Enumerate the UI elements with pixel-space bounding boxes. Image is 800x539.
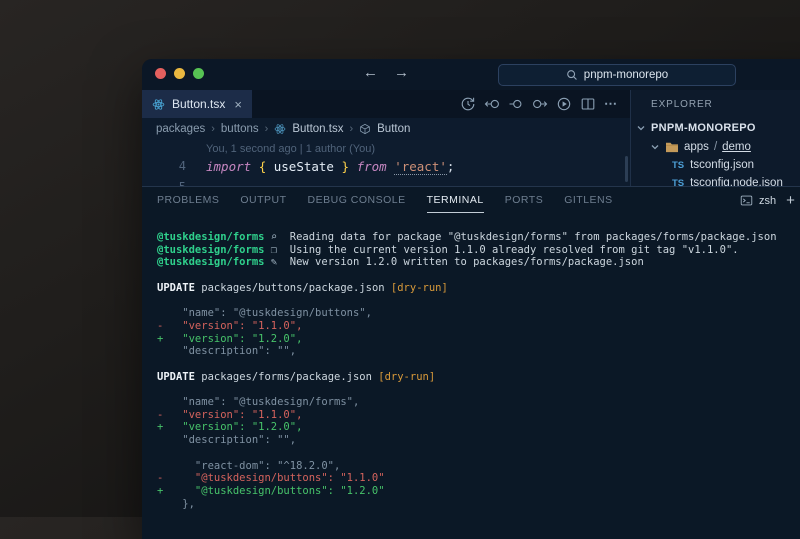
keyword-import: import — [206, 159, 251, 175]
terminal-icon — [740, 194, 753, 207]
file-label: tsconfig.json — [690, 159, 754, 171]
shell-name[interactable]: zsh — [759, 195, 776, 207]
terminal-line: UPDATE packages/buttons/package.json [dr… — [157, 282, 777, 295]
identifier-usestate: useState — [274, 159, 334, 175]
terminal-line — [157, 383, 777, 396]
terminal-line: @tuskdesign/forms ⌕ Reading data for pac… — [157, 231, 777, 244]
breadcrumb-file[interactable]: Button.tsx — [292, 123, 343, 135]
tab-label: Button.tsx — [172, 97, 225, 111]
vscode-window: ← → pnpm-monorepo Button.tsx × — [142, 59, 800, 539]
tab-output[interactable]: OUTPUT — [240, 188, 286, 213]
bottom-panel: PROBLEMS OUTPUT DEBUG CONSOLE TERMINAL P… — [142, 186, 800, 539]
brace-open: { — [259, 159, 267, 175]
explorer-title: EXPLORER — [631, 90, 800, 118]
editor-group: Button.tsx × — [142, 90, 630, 186]
terminal-line — [157, 269, 777, 282]
code-line: 4import { useState } from 'react'; — [142, 159, 454, 175]
react-file-icon — [274, 123, 286, 135]
terminal-line — [157, 447, 777, 460]
split-editor-icon[interactable] — [580, 96, 596, 112]
new-terminal-icon[interactable]: + — [786, 192, 795, 209]
maximize-window-button[interactable] — [193, 68, 204, 79]
terminal-line — [157, 358, 777, 371]
change-marker-icon[interactable] — [508, 96, 524, 112]
folder-icon — [665, 141, 679, 153]
chevron-right-icon: › — [211, 123, 215, 135]
breadcrumb-symbol[interactable]: Button — [377, 123, 410, 135]
tab-close-icon[interactable]: × — [234, 97, 242, 112]
back-arrow-icon[interactable]: ← — [363, 64, 378, 81]
tab-ports[interactable]: PORTS — [505, 188, 543, 213]
breadcrumb-packages[interactable]: packages — [156, 123, 205, 135]
traffic-lights — [155, 68, 204, 79]
tab-terminal[interactable]: TERMINAL — [427, 188, 484, 213]
tab-button-tsx[interactable]: Button.tsx × — [142, 90, 252, 118]
terminal-line: - "@tuskdesign/buttons": "1.1.0" — [157, 472, 777, 485]
panel-tabs: PROBLEMS OUTPUT DEBUG CONSOLE TERMINAL P… — [157, 187, 613, 214]
terminal-controls: zsh + — [740, 187, 795, 214]
explorer-folder-apps-demo[interactable]: apps / demo — [631, 137, 800, 156]
brace-close: } — [342, 159, 350, 175]
identifier-usestate — [266, 159, 274, 175]
editor-actions: ⋯ — [460, 90, 618, 118]
chevron-down-icon — [636, 123, 646, 133]
previous-change-icon[interactable] — [484, 96, 500, 112]
symbol-cube-icon — [359, 123, 371, 135]
close-window-button[interactable] — [155, 68, 166, 79]
tab-bar: Button.tsx × — [142, 90, 630, 118]
react-file-icon — [152, 98, 165, 111]
terminal-line: - "version": "1.1.0", — [157, 320, 777, 333]
command-center-search[interactable]: pnpm-monorepo — [498, 64, 736, 86]
chevron-right-icon: › — [349, 123, 353, 135]
line-number: 4 — [142, 159, 206, 175]
forward-arrow-icon[interactable]: → — [394, 64, 409, 81]
tab-problems[interactable]: PROBLEMS — [157, 188, 219, 213]
string-react: 'react' — [394, 159, 447, 175]
timeline-history-icon[interactable] — [460, 96, 476, 112]
terminal-line: UPDATE packages/forms/package.json [dry-… — [157, 371, 777, 384]
terminal-line: @tuskdesign/forms ✎ New version 1.2.0 wr… — [157, 256, 777, 269]
typescript-icon: TS — [672, 160, 684, 171]
folder-label-demo: demo — [722, 141, 751, 153]
terminal-line: + "@tuskdesign/buttons": "1.2.0" — [157, 485, 777, 498]
terminal-line: }, — [157, 498, 777, 511]
terminal-line: @tuskdesign/forms ❐ Using the current ve… — [157, 244, 777, 257]
search-value: pnpm-monorepo — [584, 69, 668, 81]
semicolon: ; — [447, 159, 455, 175]
folder-label-apps: apps — [684, 141, 709, 153]
terminal-line: "react-dom": "^18.2.0", — [157, 460, 777, 473]
tab-debug-console[interactable]: DEBUG CONSOLE — [308, 188, 406, 213]
explorer-file-tsconfig[interactable]: TS tsconfig.json — [631, 156, 800, 174]
path-separator: / — [714, 141, 717, 153]
code-editor[interactable]: You, 1 second ago | 1 author (You) 4impo… — [142, 140, 630, 186]
run-file-icon[interactable] — [556, 96, 572, 112]
terminal-line: - "version": "1.1.0", — [157, 409, 777, 422]
explorer-root-folder[interactable]: PNPM-MONOREPO — [631, 118, 800, 137]
minimize-window-button[interactable] — [174, 68, 185, 79]
terminal-line: + "version": "1.2.0", — [157, 333, 777, 346]
next-change-icon[interactable] — [532, 96, 548, 112]
git-blame-annotation: You, 1 second ago | 1 author (You) — [206, 143, 375, 155]
terminal-line: + "version": "1.2.0", — [157, 421, 777, 434]
terminal-line — [157, 295, 777, 308]
terminal-line: "name": "@tuskdesign/buttons", — [157, 307, 777, 320]
breadcrumb-buttons[interactable]: buttons — [221, 123, 259, 135]
search-icon — [566, 69, 578, 81]
chevron-down-icon — [650, 142, 660, 152]
terminal-line: "description": "", — [157, 345, 777, 358]
terminal-output[interactable]: @tuskdesign/forms ⌕ Reading data for pac… — [157, 231, 777, 510]
keyword-from: from — [357, 159, 387, 175]
terminal-line: "description": "", — [157, 434, 777, 447]
root-folder-label: PNPM-MONOREPO — [651, 122, 756, 134]
tab-gitlens[interactable]: GITLENS — [564, 188, 612, 213]
chevron-right-icon: › — [265, 123, 269, 135]
breadcrumb: packages › buttons › Button.tsx › Button — [142, 118, 630, 140]
explorer-sidebar: EXPLORER PNPM-MONOREPO apps / demo TS ts… — [631, 90, 800, 186]
editor-scrollbar[interactable] — [625, 156, 628, 182]
terminal-line: "name": "@tuskdesign/forms", — [157, 396, 777, 409]
title-bar: ← → pnpm-monorepo — [142, 59, 800, 90]
more-actions-icon[interactable]: ⋯ — [604, 96, 618, 112]
